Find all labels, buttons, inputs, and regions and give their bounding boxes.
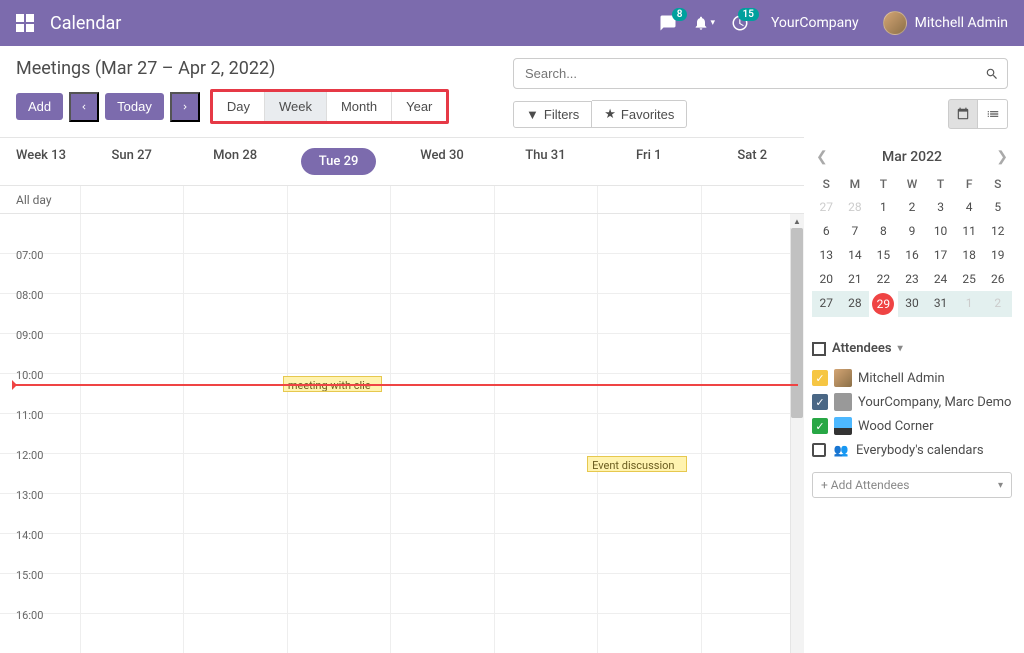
- chevron-down-icon: ▾: [898, 343, 903, 354]
- add-attendees[interactable]: + Add Attendees ▾: [812, 472, 1012, 498]
- view-day[interactable]: Day: [213, 92, 265, 121]
- next-button[interactable]: [170, 92, 200, 122]
- page-title: Meetings (Mar 27 – Apr 2, 2022): [16, 58, 493, 79]
- view-month[interactable]: Month: [327, 92, 392, 121]
- allday-row: All day: [0, 186, 804, 214]
- user-name: Mitchell Admin: [915, 15, 1008, 31]
- minical-next[interactable]: ❯: [996, 149, 1008, 165]
- app-title: Calendar: [50, 13, 121, 34]
- company-name[interactable]: YourCompany: [771, 15, 859, 31]
- view-switch: Day Week Month Year: [210, 89, 450, 124]
- view-week[interactable]: Week: [265, 92, 327, 121]
- search-box[interactable]: [513, 58, 1008, 89]
- minical-header: ❮ Mar 2022 ❯: [812, 149, 1012, 165]
- company-icon: [834, 417, 852, 435]
- day-header: Week 13 Sun 27 Mon 28 Tue 29 Wed 30 Thu …: [0, 138, 804, 186]
- star-icon: ★: [604, 106, 616, 122]
- activities-icon[interactable]: 15: [731, 14, 749, 32]
- attendees-title[interactable]: Attendees ▾: [812, 341, 1012, 356]
- view-year[interactable]: Year: [392, 92, 446, 121]
- attendee-item[interactable]: 👥 Everybody's calendars: [812, 438, 1012, 462]
- calendar: Week 13 Sun 27 Mon 28 Tue 29 Wed 30 Thu …: [0, 137, 804, 653]
- minical-month: Mar 2022: [882, 149, 942, 165]
- day-head-fri[interactable]: Fri 1: [597, 148, 700, 175]
- search-input[interactable]: [522, 63, 985, 84]
- allday-label: All day: [0, 193, 80, 207]
- prev-button[interactable]: [69, 92, 99, 122]
- messages-badge: 8: [672, 8, 688, 21]
- apps-icon[interactable]: [16, 14, 34, 32]
- search-icon[interactable]: [985, 67, 999, 81]
- minical-grid: S M T W T F S 27 28 1 2 3 4 5 6 7 8 9 10…: [812, 173, 1012, 317]
- now-indicator: [16, 384, 798, 386]
- toolbar: Meetings (Mar 27 – Apr 2, 2022) Add Toda…: [0, 46, 1024, 137]
- avatar: [834, 393, 852, 411]
- main: Week 13 Sun 27 Mon 28 Tue 29 Wed 30 Thu …: [0, 137, 1024, 653]
- favorites-button[interactable]: ★Favorites: [592, 100, 687, 128]
- check-icon[interactable]: ✓: [812, 394, 828, 410]
- chevron-down-icon: ▾: [998, 480, 1003, 491]
- attendee-item[interactable]: ✓ Wood Corner: [812, 414, 1012, 438]
- scrollbar[interactable]: ▲: [790, 214, 804, 653]
- scroll-up-icon[interactable]: ▲: [790, 214, 804, 228]
- bell-icon[interactable]: ▾: [693, 15, 715, 31]
- minical-today[interactable]: 29: [872, 293, 894, 315]
- check-icon[interactable]: ✓: [812, 370, 828, 386]
- people-icon: 👥: [832, 441, 850, 459]
- time-grid[interactable]: 06:00 07:00 08:00 09:00 10:00 11:00 12:0…: [0, 214, 804, 653]
- day-head-sun[interactable]: Sun 27: [80, 148, 183, 175]
- event-discussion[interactable]: Event discussion: [587, 456, 686, 472]
- day-head-wed[interactable]: Wed 30: [390, 148, 493, 175]
- today-button[interactable]: Today: [105, 93, 164, 120]
- week-number: Week 13: [0, 148, 80, 175]
- attendees-section: Attendees ▾ ✓ Mitchell Admin ✓ YourCompa…: [812, 341, 1012, 498]
- filters-button[interactable]: ▼Filters: [513, 101, 592, 128]
- attendee-item[interactable]: ✓ YourCompany, Marc Demo: [812, 390, 1012, 414]
- minical-prev[interactable]: ❮: [816, 149, 828, 165]
- calendar-view-button[interactable]: [948, 99, 978, 129]
- list-view-button[interactable]: [978, 99, 1008, 129]
- day-head-sat[interactable]: Sat 2: [701, 148, 804, 175]
- messages-icon[interactable]: 8: [659, 14, 677, 32]
- day-head-tue[interactable]: Tue 29: [287, 148, 390, 175]
- day-head-thu[interactable]: Thu 31: [494, 148, 597, 175]
- checkbox-empty[interactable]: [812, 443, 826, 457]
- filter-icon: ▼: [526, 107, 539, 122]
- attendees-checkbox[interactable]: [812, 342, 826, 356]
- activities-badge: 15: [738, 8, 759, 21]
- avatar: [834, 369, 852, 387]
- user-avatar: [883, 11, 907, 35]
- scroll-thumb[interactable]: [791, 228, 803, 418]
- topbar: Calendar 8 ▾ 15 YourCompany Mitchell Adm…: [0, 0, 1024, 46]
- attendee-item[interactable]: ✓ Mitchell Admin: [812, 366, 1012, 390]
- sidebar: ❮ Mar 2022 ❯ S M T W T F S 27 28 1 2 3 4…: [804, 137, 1024, 653]
- add-button[interactable]: Add: [16, 93, 63, 120]
- check-icon[interactable]: ✓: [812, 418, 828, 434]
- user-menu[interactable]: Mitchell Admin: [883, 11, 1008, 35]
- day-head-mon[interactable]: Mon 28: [183, 148, 286, 175]
